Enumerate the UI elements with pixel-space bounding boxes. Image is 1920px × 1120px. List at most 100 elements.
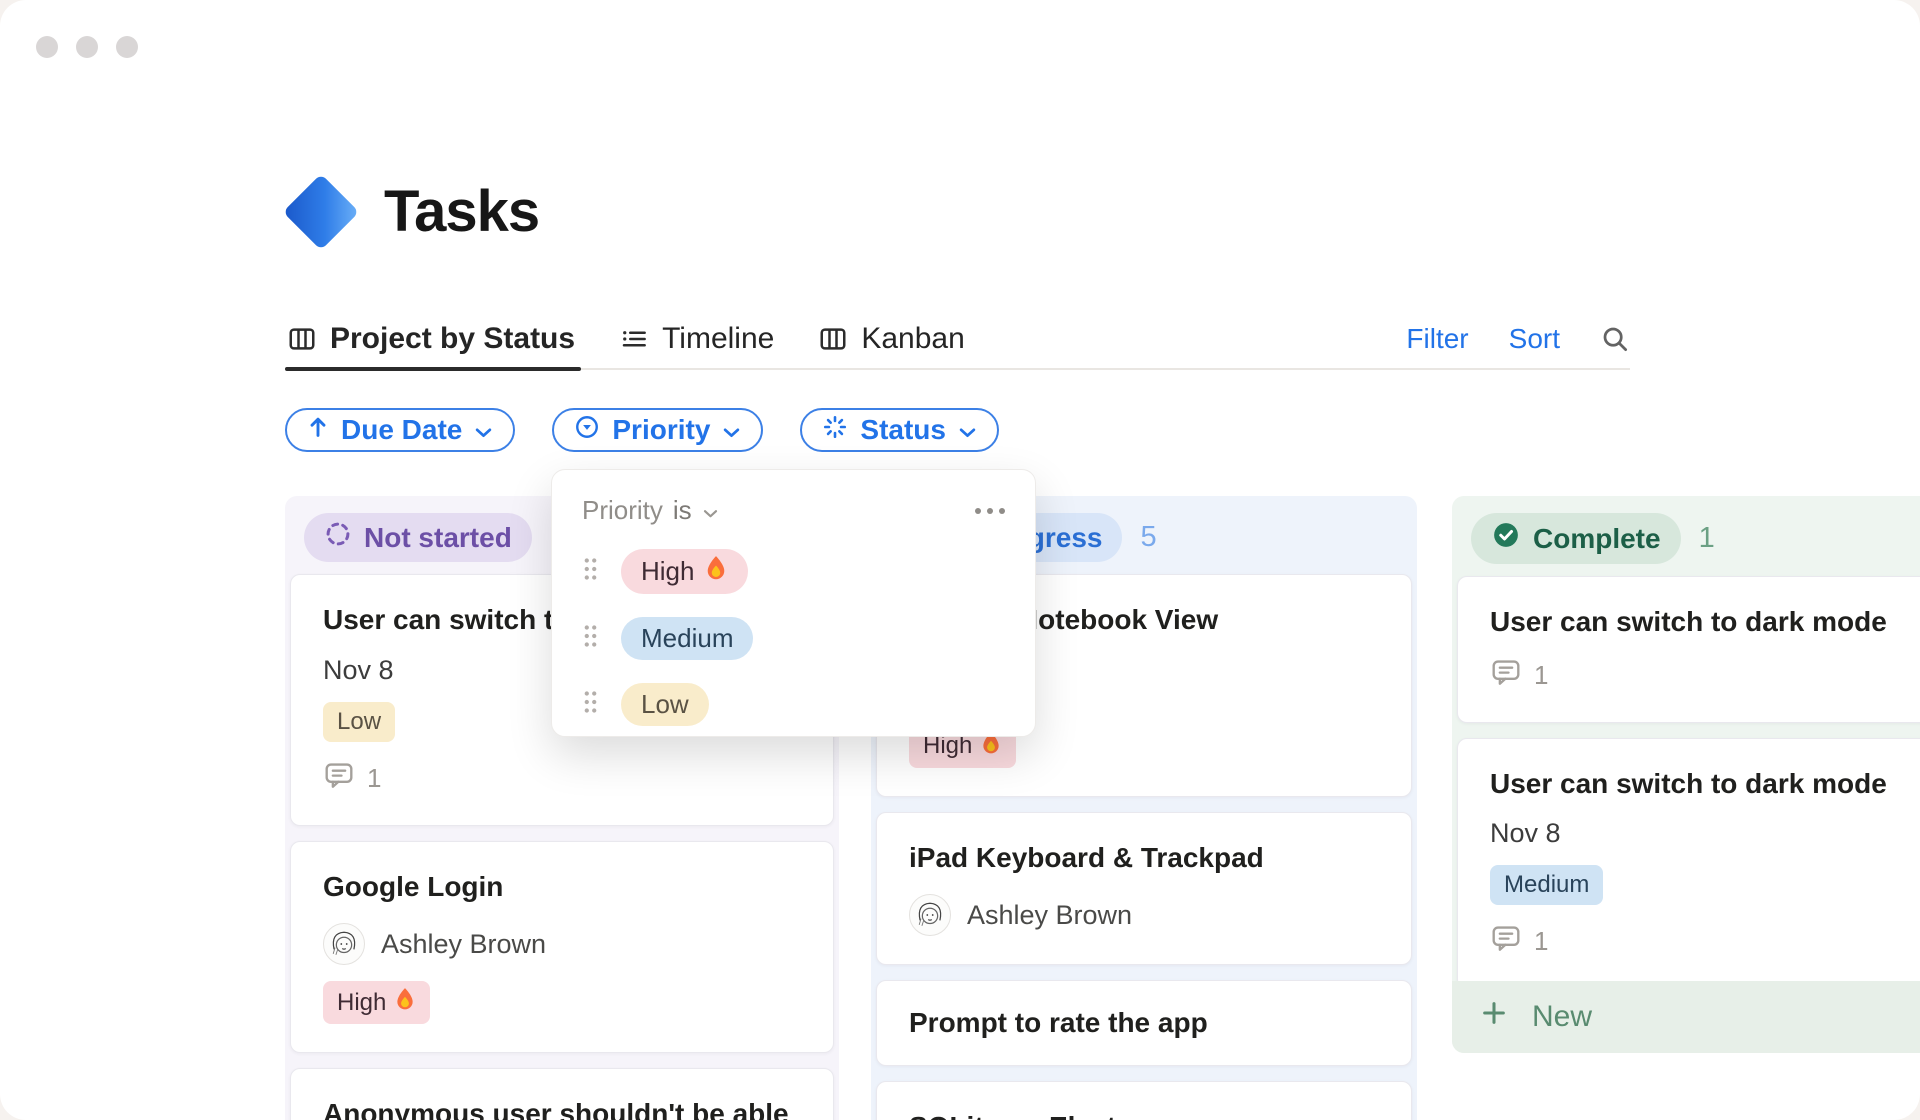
window-dot[interactable] [76, 36, 98, 58]
dashed-circle-icon [324, 520, 352, 555]
chevron-down-icon [702, 495, 719, 526]
more-options-icon[interactable] [975, 507, 1005, 514]
status-badge[interactable]: Complete [1471, 513, 1681, 564]
comment-number: 1 [367, 762, 382, 793]
chip-label: Priority [612, 414, 711, 445]
task-title: Prompt to rate the app [909, 1007, 1208, 1039]
task-title: Google Login [323, 870, 504, 902]
comment-count: 1 [1490, 923, 1920, 960]
column-complete: Complete 1 User can switch to dark mode … [1452, 496, 1920, 1053]
popover-header[interactable]: Priority is [582, 495, 1005, 526]
column-header: Complete 1 [1452, 496, 1920, 576]
priority-filter-chip[interactable]: Priority [552, 408, 764, 452]
comment-count: 1 [1490, 657, 1920, 694]
task-card[interactable]: User can switch to dark mode 1 [1457, 576, 1920, 723]
task-card[interactable]: Prompt to rate the app [876, 980, 1412, 1066]
drag-handle-icon[interactable] [582, 689, 599, 720]
window-dot[interactable] [116, 36, 138, 58]
avatar [909, 894, 951, 937]
chevron-down-icon [474, 414, 493, 446]
board-view-icon [287, 324, 317, 354]
priority-label: High [337, 988, 387, 1016]
task-title: iPad Keyboard & Trackpad [909, 841, 1264, 873]
task-card[interactable]: SQLite on Electron [876, 1080, 1412, 1120]
plus-icon [1480, 999, 1508, 1035]
timeline-view-icon [619, 324, 649, 354]
assignee-name: Ashley Brown [967, 899, 1133, 930]
task-due-date: Nov 8 [1490, 818, 1561, 849]
fire-icon [394, 987, 416, 1018]
comment-number: 1 [1534, 926, 1549, 957]
task-title: Anonymous user shouldn't be able [323, 1098, 789, 1120]
column-count: 1 [1698, 522, 1715, 554]
task-card[interactable]: Google Login Ashley Brown High [290, 840, 834, 1054]
comment-icon [323, 760, 355, 797]
task-title: User can switch to dark mode [1490, 767, 1887, 799]
priority-label: Medium [1504, 871, 1590, 899]
priority-filter-popover: Priority is High Medium Low [551, 469, 1036, 737]
option-label: Low [641, 689, 689, 719]
popover-operator: is [672, 495, 692, 525]
due-date-filter-chip[interactable]: Due Date [285, 408, 516, 452]
tab-project-by-status[interactable]: Project by Status [284, 310, 582, 371]
fire-icon [704, 555, 728, 588]
priority-select-icon [574, 414, 600, 447]
task-title: SQLite on Electron [909, 1110, 1379, 1120]
active-filter-chips: Due Date Priority Status [285, 408, 999, 452]
tab-label: Project by Status [330, 322, 576, 355]
option-label: Medium [641, 623, 734, 653]
check-circle-icon [1491, 520, 1521, 557]
tab-kanban[interactable]: Kanban [818, 310, 965, 368]
avatar [323, 923, 365, 966]
tab-timeline[interactable]: Timeline [619, 310, 774, 368]
task-title: User can switch to dark mode [1490, 606, 1887, 637]
window-controls[interactable] [36, 36, 138, 58]
page-header: Tasks [282, 173, 540, 250]
chevron-down-icon [958, 414, 977, 446]
tab-label: Timeline [662, 322, 775, 355]
assignee-row: Ashley Brown [909, 894, 1379, 937]
task-card[interactable]: User can switch to dark mode Nov 8 Mediu… [1457, 737, 1920, 990]
popover-option-low[interactable]: Low [582, 683, 1005, 726]
status-badge[interactable]: Not started [304, 513, 532, 562]
comment-icon [1490, 657, 1522, 694]
page-title: Tasks [384, 179, 540, 244]
task-card[interactable]: iPad Keyboard & Trackpad Ashley Brown [876, 811, 1412, 966]
arrow-up-icon [307, 414, 329, 446]
chip-label: Status [860, 414, 946, 445]
task-card[interactable]: Anonymous user shouldn't be able [290, 1068, 834, 1120]
column-name: Not started [364, 521, 512, 553]
priority-tag[interactable]: Medium [1490, 865, 1604, 906]
search-icon[interactable] [1600, 324, 1630, 354]
column-count: 5 [1140, 521, 1157, 553]
new-button-label: New [1532, 1000, 1593, 1033]
popover-option-medium[interactable]: Medium [582, 617, 1005, 660]
chevron-down-icon [722, 414, 741, 446]
chip-label: Due Date [341, 414, 463, 445]
comment-icon [1490, 923, 1522, 960]
popover-option-high[interactable]: High [582, 549, 1005, 594]
status-spinner-icon [822, 414, 848, 447]
status-filter-chip[interactable]: Status [800, 408, 999, 452]
filter-button[interactable]: Filter [1406, 323, 1468, 355]
sort-button[interactable]: Sort [1509, 323, 1560, 355]
app-window: Tasks Project by Status Timeline Kanban … [0, 0, 1920, 1120]
tab-label: Kanban [861, 322, 965, 355]
add-new-card-button[interactable]: New [1452, 981, 1920, 1053]
kanban-view-icon [818, 324, 848, 354]
priority-label: Low [337, 707, 382, 735]
assignee-row: Ashley Brown [323, 923, 801, 966]
comment-count: 1 [323, 760, 801, 797]
window-dot[interactable] [36, 36, 58, 58]
blue-diamond-icon [282, 173, 360, 250]
drag-handle-icon[interactable] [582, 556, 599, 587]
popover-field: Priority [582, 495, 663, 525]
priority-tag[interactable]: Low [323, 701, 396, 742]
priority-tag[interactable]: High [323, 981, 431, 1025]
assignee-name: Ashley Brown [381, 928, 547, 959]
comment-number: 1 [1534, 659, 1549, 690]
column-name: Complete [1533, 522, 1661, 554]
option-label: High [641, 556, 695, 586]
view-tabs: Project by Status Timeline Kanban Filter [284, 310, 1630, 371]
drag-handle-icon[interactable] [582, 623, 599, 654]
